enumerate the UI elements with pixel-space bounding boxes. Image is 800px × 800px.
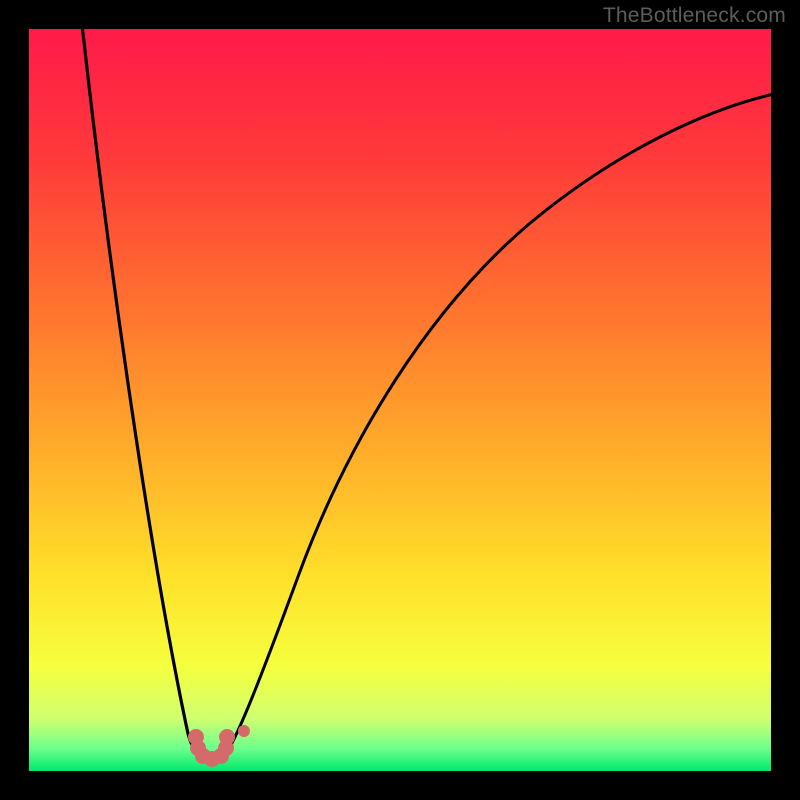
outlier-marker bbox=[238, 725, 250, 737]
chart-plot-area bbox=[29, 29, 771, 771]
bottleneck-curve bbox=[29, 29, 771, 771]
watermark-text: TheBottleneck.com bbox=[603, 4, 786, 28]
valley-marker-cluster bbox=[188, 729, 235, 767]
chart-frame: TheBottleneck.com bbox=[0, 0, 800, 800]
